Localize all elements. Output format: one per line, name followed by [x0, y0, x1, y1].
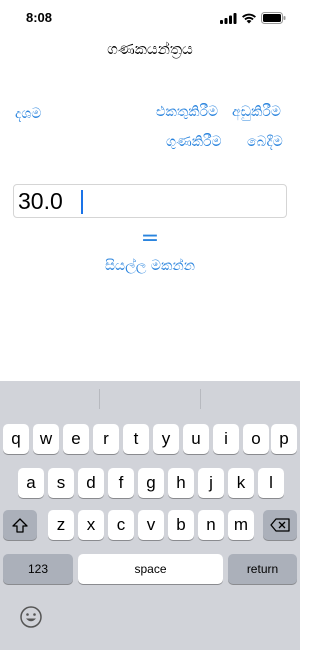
text-caret: [81, 190, 83, 214]
key-j[interactable]: j: [198, 468, 224, 498]
equals-button[interactable]: =: [0, 226, 300, 251]
clear-all-button[interactable]: සියල්ල මකන්න: [0, 258, 300, 274]
shift-icon: [12, 518, 28, 533]
key-c[interactable]: c: [108, 510, 134, 540]
suggestion-bar: [0, 381, 300, 415]
status-bar: 8:08: [0, 0, 300, 38]
decimal-button[interactable]: දශම: [15, 106, 41, 122]
key-z[interactable]: z: [48, 510, 74, 540]
key-u[interactable]: u: [183, 424, 209, 454]
key-r[interactable]: r: [93, 424, 119, 454]
suggestion-divider: [200, 389, 201, 409]
key-a[interactable]: a: [18, 468, 44, 498]
number-input[interactable]: 30.0: [13, 184, 287, 218]
key-w[interactable]: w: [33, 424, 59, 454]
key-p[interactable]: p: [271, 424, 297, 454]
add-button[interactable]: එකතුකිරීම: [156, 104, 218, 120]
delete-key[interactable]: [263, 510, 297, 540]
space-key[interactable]: space: [78, 554, 223, 584]
return-key[interactable]: return: [228, 554, 297, 584]
emoji-icon[interactable]: [19, 605, 43, 629]
key-s[interactable]: s: [48, 468, 74, 498]
key-f[interactable]: f: [108, 468, 134, 498]
key-y[interactable]: y: [153, 424, 179, 454]
key-i[interactable]: i: [213, 424, 239, 454]
key-x[interactable]: x: [78, 510, 104, 540]
key-q[interactable]: q: [3, 424, 29, 454]
key-b[interactable]: b: [168, 510, 194, 540]
page-title: ගණකයන්ත්‍රය: [107, 40, 193, 58]
wifi-icon: [242, 13, 256, 23]
multiply-button[interactable]: ගුණකිරීම: [166, 134, 222, 150]
key-h[interactable]: h: [168, 468, 194, 498]
suggestion-divider: [99, 389, 100, 409]
key-n[interactable]: n: [198, 510, 224, 540]
subtract-button[interactable]: අඩුකිරීම: [232, 104, 281, 120]
shift-key[interactable]: [3, 510, 37, 540]
battery-icon: [261, 12, 286, 24]
delete-icon: [270, 518, 290, 532]
divide-button[interactable]: බෙදීම: [247, 134, 283, 150]
status-icons: [220, 12, 286, 24]
key-l[interactable]: l: [258, 468, 284, 498]
key-g[interactable]: g: [138, 468, 164, 498]
key-t[interactable]: t: [123, 424, 149, 454]
key-e[interactable]: e: [63, 424, 89, 454]
numbers-key[interactable]: 123: [3, 554, 73, 584]
key-o[interactable]: o: [243, 424, 269, 454]
key-m[interactable]: m: [228, 510, 254, 540]
key-v[interactable]: v: [138, 510, 164, 540]
signal-icon: [220, 12, 237, 24]
number-input-value: 30.0: [18, 188, 63, 214]
status-time: 8:08: [26, 10, 53, 25]
key-k[interactable]: k: [228, 468, 254, 498]
keyboard: q w e r t y u i o p a s d f g h j k l z …: [0, 381, 300, 650]
key-d[interactable]: d: [78, 468, 104, 498]
